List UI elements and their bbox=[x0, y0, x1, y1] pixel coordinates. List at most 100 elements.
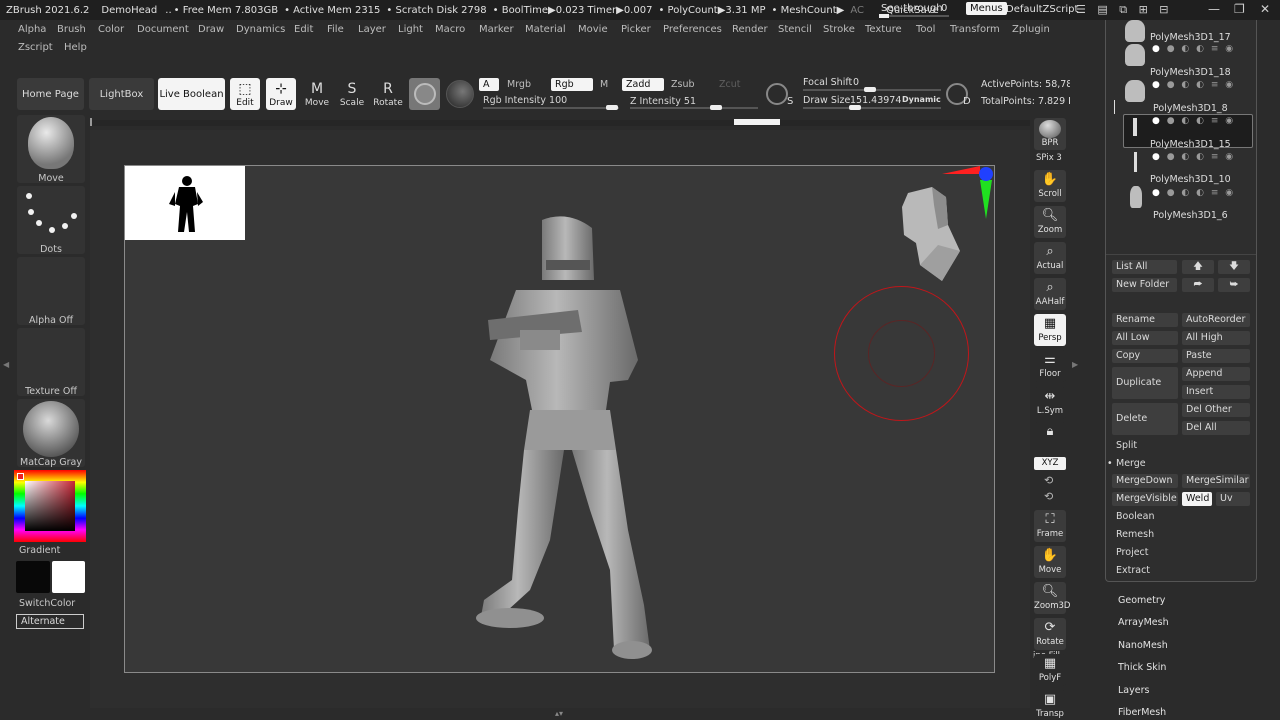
right-tray-handle[interactable]: ▶ bbox=[1072, 360, 1078, 369]
material-sphere-icon[interactable] bbox=[409, 78, 440, 110]
gradient-label[interactable]: Gradient bbox=[19, 545, 60, 556]
scroll-button[interactable]: ✋ Scroll bbox=[1034, 170, 1066, 202]
subtool-thumb[interactable] bbox=[1125, 80, 1145, 102]
thick-skin-menu[interactable]: Thick Skin bbox=[1118, 662, 1166, 673]
menu-alpha[interactable]: Alpha bbox=[18, 24, 46, 35]
focal-shift-knob[interactable] bbox=[864, 87, 876, 92]
rotate-z-icon[interactable]: ⟲ bbox=[1044, 490, 1053, 503]
rotate-view-button[interactable]: ⟳ Rotate bbox=[1034, 618, 1066, 650]
subtool-visibility[interactable]: ● ● ◐ ◐ ≡ ◉ bbox=[1152, 44, 1235, 54]
project-menu[interactable]: Project bbox=[1116, 547, 1149, 558]
subtool-name[interactable]: PolyMesh3D1_10 bbox=[1150, 174, 1231, 185]
menu-preferences[interactable]: Preferences bbox=[663, 24, 722, 35]
draw-mode-button[interactable]: ⊹ Draw bbox=[266, 78, 296, 110]
all-high-button[interactable]: All High bbox=[1182, 331, 1250, 345]
menu-file[interactable]: File bbox=[327, 24, 344, 35]
subtool-scroll-indicator[interactable] bbox=[1114, 100, 1115, 114]
new-folder-button[interactable]: New Folder bbox=[1112, 278, 1177, 292]
secondary-color-swatch[interactable] bbox=[52, 561, 85, 593]
sculptris-pro-icon[interactable] bbox=[766, 83, 788, 105]
remesh-menu[interactable]: Remesh bbox=[1116, 529, 1154, 540]
subtool-visibility[interactable]: ● ● ◐ ◐ ≡ ◉ bbox=[1152, 188, 1235, 198]
z-intensity-slider[interactable] bbox=[630, 107, 758, 109]
mergedown-button[interactable]: MergeDown bbox=[1112, 474, 1178, 488]
split-menu[interactable]: Split bbox=[1116, 440, 1137, 451]
menu-light[interactable]: Light bbox=[398, 24, 423, 35]
lsym-button[interactable]: ⇹ L.Sym bbox=[1034, 387, 1066, 419]
autoreorder-button[interactable]: AutoReorder bbox=[1182, 313, 1250, 327]
menu-stroke[interactable]: Stroke bbox=[823, 24, 855, 35]
titlebar-icons[interactable]: ☰ ▤ ⧉ ⊞ ⊟ bbox=[1076, 3, 1173, 17]
merge-menu[interactable]: Merge bbox=[1116, 458, 1146, 469]
rgb-intensity-knob[interactable] bbox=[606, 105, 618, 110]
subtool-visibility[interactable]: ● ● ◐ ◐ ≡ ◉ bbox=[1152, 152, 1235, 162]
menu-layer[interactable]: Layer bbox=[358, 24, 386, 35]
arraymesh-menu[interactable]: ArrayMesh bbox=[1118, 617, 1169, 628]
menu-document[interactable]: Document bbox=[137, 24, 189, 35]
subtool-visibility[interactable]: ● ● ◐ ◐ ≡ ◉ bbox=[1152, 80, 1235, 90]
home-page-button[interactable]: Home Page bbox=[17, 78, 84, 110]
see-through-label[interactable]: See-through bbox=[881, 3, 943, 14]
subtool-thumb[interactable] bbox=[1125, 44, 1145, 66]
aahalf-button[interactable]: ⌕ AAHalf bbox=[1034, 278, 1066, 310]
persp-button[interactable]: ▦ Persp bbox=[1034, 314, 1066, 346]
draw-size-slider[interactable] bbox=[803, 107, 941, 109]
rotate-y-icon[interactable]: ⟲ bbox=[1044, 474, 1053, 487]
fibermesh-menu[interactable]: FiberMesh bbox=[1118, 707, 1166, 718]
menu-zplugin[interactable]: Zplugin bbox=[1012, 24, 1050, 35]
rename-button[interactable]: Rename bbox=[1112, 313, 1178, 327]
folder-up-icon[interactable]: ⮫ bbox=[1182, 278, 1214, 292]
menu-picker[interactable]: Picker bbox=[621, 24, 651, 35]
see-through-slider[interactable] bbox=[879, 14, 949, 18]
move-mode-button[interactable]: M Move bbox=[302, 78, 332, 110]
geometry-menu[interactable]: Geometry bbox=[1118, 595, 1165, 606]
dynamic-toggle[interactable]: Dynamic bbox=[902, 95, 941, 104]
lightbox-button[interactable]: LightBox bbox=[89, 78, 154, 110]
maximize-icon[interactable]: ❐ bbox=[1234, 2, 1245, 16]
subtool-name[interactable]: PolyMesh3D1_17 bbox=[1150, 32, 1231, 43]
axis-gizmo[interactable] bbox=[940, 163, 1000, 223]
switch-color-button[interactable]: SwitchColor bbox=[19, 598, 75, 609]
menu-render[interactable]: Render bbox=[732, 24, 768, 35]
paste-button[interactable]: Paste bbox=[1182, 349, 1250, 363]
lock-button[interactable]: 🔒︎ bbox=[1034, 422, 1066, 454]
rgb-intensity-slider[interactable] bbox=[483, 107, 619, 109]
left-tray-handle[interactable]: ◀ bbox=[3, 360, 9, 369]
color-sphere-icon[interactable] bbox=[446, 80, 474, 108]
menu-tool[interactable]: Tool bbox=[916, 24, 935, 35]
zoom3d-button[interactable]: 🔍︎ Zoom3D bbox=[1034, 582, 1070, 614]
menu-help[interactable]: Help bbox=[64, 42, 87, 53]
subtool-thumb[interactable] bbox=[1130, 186, 1142, 208]
menu-edit[interactable]: Edit bbox=[294, 24, 313, 35]
zadd-toggle[interactable]: Zadd bbox=[622, 78, 664, 91]
boolean-menu[interactable]: Boolean bbox=[1116, 511, 1154, 522]
minimize-icon[interactable]: — bbox=[1208, 2, 1220, 16]
alternate-button[interactable]: Alternate bbox=[16, 614, 84, 629]
actual-button[interactable]: ⌕ Actual bbox=[1034, 242, 1066, 274]
subtool-name[interactable]: PolyMesh3D1_15 bbox=[1150, 139, 1231, 150]
menu-brush[interactable]: Brush bbox=[57, 24, 86, 35]
zcut-toggle[interactable]: Zcut bbox=[715, 78, 755, 91]
subtool-thumb[interactable] bbox=[1134, 152, 1137, 172]
copy-button[interactable]: Copy bbox=[1112, 349, 1178, 363]
rgb-toggle[interactable]: Rgb bbox=[551, 78, 593, 91]
subtool-thumb[interactable] bbox=[1133, 118, 1137, 136]
menu-stencil[interactable]: Stencil bbox=[778, 24, 812, 35]
bpr-button[interactable]: BPR bbox=[1034, 118, 1066, 150]
menu-dynamics[interactable]: Dynamics bbox=[236, 24, 285, 35]
color-picker[interactable] bbox=[14, 470, 86, 542]
menu-zscript[interactable]: Zscript bbox=[18, 42, 53, 53]
mergevisible-button[interactable]: MergeVisible bbox=[1112, 492, 1178, 506]
uv-toggle[interactable]: Uv bbox=[1216, 492, 1250, 506]
del-other-button[interactable]: Del Other bbox=[1182, 403, 1250, 417]
edit-mode-button[interactable]: ⬚ Edit bbox=[230, 78, 260, 110]
delete-button[interactable]: Delete bbox=[1112, 403, 1178, 435]
subtool-name[interactable]: PolyMesh3D1_6 bbox=[1153, 210, 1228, 221]
weld-toggle[interactable]: Weld bbox=[1182, 492, 1212, 506]
menu-movie[interactable]: Movie bbox=[578, 24, 608, 35]
soldier-model[interactable] bbox=[460, 210, 660, 665]
layers-menu[interactable]: Layers bbox=[1118, 685, 1149, 696]
silhouette-preview[interactable] bbox=[125, 166, 245, 240]
live-boolean-button[interactable]: Live Boolean bbox=[158, 78, 225, 110]
z-intensity-knob[interactable] bbox=[710, 105, 722, 110]
